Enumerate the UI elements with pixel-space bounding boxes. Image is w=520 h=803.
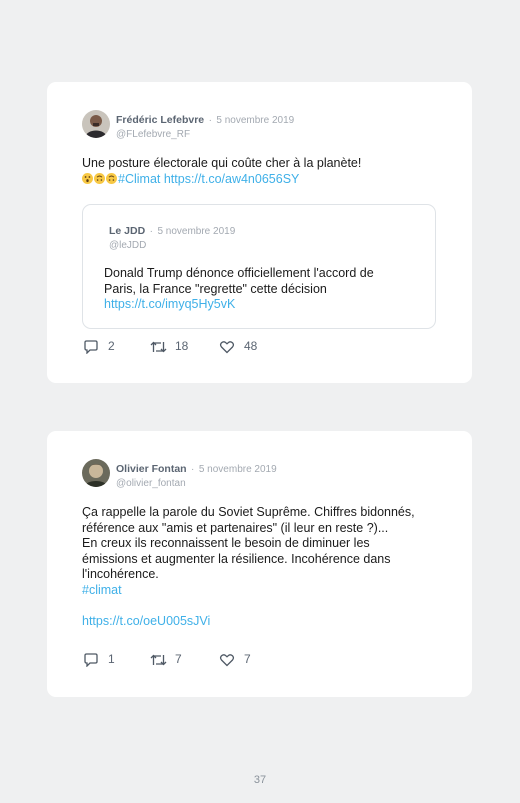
upside-down-face-icon bbox=[94, 172, 105, 184]
tweet-text: Une posture électorale qui coûte cher à … bbox=[82, 156, 361, 187]
tweet-text-line: En creux ils reconnaissent le besoin de … bbox=[82, 536, 370, 550]
tweet-text-line: Ça rappelle la parole du Soviet Suprême.… bbox=[82, 505, 415, 519]
avatar[interactable] bbox=[82, 110, 110, 138]
retweet-count: 18 bbox=[175, 339, 189, 353]
tweet-text-line: Une posture électorale qui coûte cher à … bbox=[82, 156, 362, 170]
page-number: 37 bbox=[253, 774, 267, 786]
tweet-link[interactable]: https://t.co/oeU005sJVi bbox=[82, 614, 415, 630]
tweet-text-line: référence aux "amis et partenaires" (il … bbox=[82, 520, 389, 535]
tweet-date[interactable]: 5 novembre 2019 bbox=[216, 115, 294, 126]
retweet-icon bbox=[150, 654, 167, 666]
tweet-text: Ça rappelle la parole du Soviet Suprême.… bbox=[82, 505, 415, 629]
reply-icon bbox=[84, 340, 98, 354]
separator: · bbox=[149, 226, 153, 237]
retweet-count: 7 bbox=[175, 652, 182, 666]
heart-icon bbox=[219, 341, 235, 354]
hashtag-link[interactable]: #Climat bbox=[118, 172, 160, 186]
quoted-author-handle[interactable]: @leJDD bbox=[109, 240, 235, 251]
quoted-tweet-date[interactable]: 5 novembre 2019 bbox=[157, 226, 235, 237]
tweet-date[interactable]: 5 novembre 2019 bbox=[199, 464, 277, 475]
tweet-link[interactable]: https://t.co/aw4n0656SY bbox=[164, 172, 300, 186]
quoted-tweet-text: Donald Trump dénonce officiellement l'ac… bbox=[104, 266, 374, 313]
tweet-card-2: Olivier Fontan · 5 novembre 2019 @olivie… bbox=[47, 431, 472, 697]
reply-count: 2 bbox=[108, 339, 115, 353]
tweet-text-line: émissions et augmenter la résilience. In… bbox=[82, 551, 391, 566]
quoted-text-line: Donald Trump dénonce officiellement l'ac… bbox=[104, 266, 374, 280]
like-count: 7 bbox=[244, 652, 251, 666]
quoted-author-name[interactable]: Le JDD bbox=[109, 225, 145, 237]
author-name[interactable]: Olivier Fontan bbox=[116, 463, 187, 475]
avatar[interactable] bbox=[82, 459, 110, 487]
upside-down-face-icon bbox=[106, 172, 117, 184]
heart-icon bbox=[219, 654, 235, 667]
quoted-tweet[interactable]: Le JDD · 5 novembre 2019 @leJDD Donald T… bbox=[82, 204, 436, 329]
tweet-text-line: #Climat https://t.co/aw4n0656SY bbox=[82, 172, 361, 188]
author-handle[interactable]: @FLefebvre_RF bbox=[116, 129, 294, 140]
tweet-card-1: Frédéric Lefebvre · 5 novembre 2019 @FLe… bbox=[47, 82, 472, 383]
author-handle[interactable]: @olivier_fontan bbox=[116, 478, 277, 489]
separator: · bbox=[191, 464, 195, 475]
quoted-text-line: Paris, la France "regrette" cette décisi… bbox=[104, 281, 327, 296]
tweet-text-line: l'incohérence. bbox=[82, 567, 159, 581]
quoted-tweet-link[interactable]: https://t.co/imyq5Hy5vK bbox=[104, 297, 374, 313]
like-count: 48 bbox=[244, 339, 258, 353]
hashtag-link[interactable]: #climat bbox=[82, 583, 415, 599]
reply-icon bbox=[84, 653, 98, 667]
retweet-icon bbox=[150, 341, 167, 353]
author-name[interactable]: Frédéric Lefebvre bbox=[116, 114, 204, 126]
reply-count: 1 bbox=[108, 652, 115, 666]
quoted-tweet-header: Le JDD · 5 novembre 2019 @leJDD bbox=[109, 221, 235, 251]
astonished-face-icon bbox=[82, 172, 93, 184]
separator: · bbox=[208, 115, 212, 126]
